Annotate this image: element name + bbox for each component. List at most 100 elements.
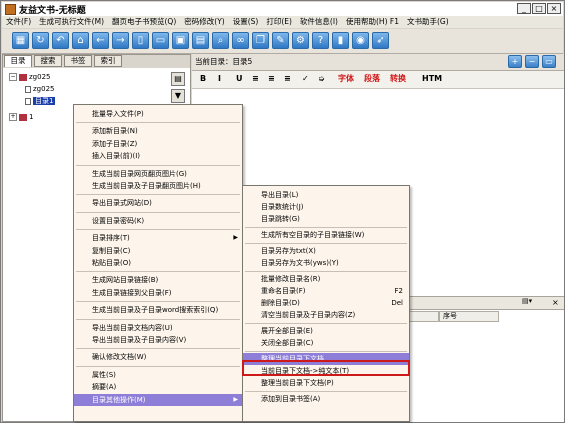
- zoom-out-icon[interactable]: −: [525, 55, 539, 68]
- link-icon[interactable]: ∞: [232, 32, 249, 49]
- edit-icon[interactable]: ✎: [272, 32, 289, 49]
- italic-button[interactable]: I: [218, 74, 221, 84]
- menu-item[interactable]: 生成当前目录网页翻页图片(G): [74, 168, 242, 180]
- menu-item-label: 添加到目录书签(A): [261, 395, 321, 403]
- tree-label: 1: [29, 113, 34, 121]
- forward-icon[interactable]: →: [112, 32, 129, 49]
- pointer-icon[interactable]: ➶: [372, 32, 389, 49]
- menu-item-label: 添加新目录(N): [92, 127, 138, 136]
- close-button[interactable]: ×: [547, 3, 561, 14]
- print-icon[interactable]: ▤: [192, 32, 209, 49]
- menu-item[interactable]: 导出目录式网站(D): [74, 197, 242, 209]
- tree-item-collapsed[interactable]: +1: [9, 113, 33, 122]
- align-center-button[interactable]: ≡: [268, 74, 275, 84]
- menu-item[interactable]: 生成网站目录链接(B): [74, 274, 242, 286]
- home-icon[interactable]: ⌂: [72, 32, 89, 49]
- menu-item[interactable]: 确认修改文档(W): [74, 351, 242, 363]
- align-right-button[interactable]: ≡: [284, 74, 291, 84]
- globe-icon[interactable]: ◉: [352, 32, 369, 49]
- paragraph-button[interactable]: 段落: [364, 74, 380, 84]
- minimize-button[interactable]: _: [517, 3, 531, 14]
- menu-item[interactable]: 文书助手(G): [403, 16, 453, 28]
- tab-2[interactable]: 书签: [64, 55, 92, 67]
- menu-item[interactable]: 翻页电子书预览(Q): [108, 16, 180, 28]
- settings-icon[interactable]: ⚙: [292, 32, 309, 49]
- menu-item[interactable]: 批量修改目录名(R): [243, 273, 409, 285]
- grid-icon[interactable]: ▦: [12, 32, 29, 49]
- convert-button[interactable]: 转换: [390, 74, 406, 84]
- menu-item[interactable]: 粘贴目录(O): [74, 257, 242, 269]
- menu-item[interactable]: 插入目录(前)(I): [74, 150, 242, 162]
- book-icon[interactable]: ▮: [332, 32, 349, 49]
- menu-item[interactable]: 文件(F): [2, 16, 35, 28]
- tree-item-child[interactable]: zg025: [23, 85, 54, 94]
- menu-item[interactable]: 批量导入文件(P): [74, 108, 242, 120]
- menu-item[interactable]: 目录排序(T) ▶: [74, 232, 242, 244]
- fullscreen-icon[interactable]: ▭: [542, 55, 556, 68]
- tree-item-selected[interactable]: 目录1: [23, 97, 56, 106]
- tree-label: zg025: [33, 85, 55, 93]
- bookmark-icon[interactable]: ▼: [171, 89, 185, 103]
- tab-0[interactable]: 目录: [4, 55, 32, 67]
- open-folder-icon[interactable]: ▭: [152, 32, 169, 49]
- tree-toggle[interactable]: +: [9, 113, 17, 121]
- maximize-button[interactable]: □: [532, 3, 546, 14]
- menu-item[interactable]: 软件信息(I): [296, 16, 342, 28]
- menu-item[interactable]: 设置目录密码(K): [74, 215, 242, 227]
- help-icon[interactable]: ?: [312, 32, 329, 49]
- font-button[interactable]: 字体: [338, 74, 354, 84]
- tab-1[interactable]: 搜索: [34, 55, 62, 67]
- menu-item[interactable]: 目录另存为文书(yws)(Y): [243, 257, 409, 269]
- menu-item[interactable]: 重命名目录(F) F2: [243, 285, 409, 297]
- new-doc-icon[interactable]: ▯: [132, 32, 149, 49]
- menu-item[interactable]: 展开全部目录(E): [243, 325, 409, 337]
- menu-item[interactable]: 复制目录(C): [74, 245, 242, 257]
- tab-3[interactable]: 索引: [94, 55, 122, 67]
- menu-item[interactable]: 密码修改(Y): [180, 16, 228, 28]
- align-left-button[interactable]: ≡: [252, 74, 259, 84]
- menu-item[interactable]: 关闭全部目录(C): [243, 337, 409, 349]
- undo-icon[interactable]: ↶: [52, 32, 69, 49]
- menu-item[interactable]: 设置(S): [229, 16, 263, 28]
- link-arrow-icon[interactable]: ➭: [318, 74, 325, 84]
- underline-button[interactable]: U: [236, 74, 243, 84]
- menu-item[interactable]: 添加到目录书签(A): [243, 393, 409, 405]
- menu-item[interactable]: 生成目录链接到父目录(F): [74, 287, 242, 299]
- search-icon[interactable]: ⌕: [212, 32, 229, 49]
- zoom-in-icon[interactable]: +: [508, 55, 522, 68]
- menu-item[interactable]: 使用帮助(H) F1: [342, 16, 403, 28]
- menu-item[interactable]: 目录数统计(J): [243, 201, 409, 213]
- save-icon[interactable]: ▣: [172, 32, 189, 49]
- menu-item[interactable]: 整理当前目录下文档(P): [243, 377, 409, 389]
- menu-item[interactable]: 生成所有空目录的子目录链接(W): [243, 229, 409, 241]
- menu-item[interactable]: 生成当前目录及子目录word搜索索引(Q): [74, 304, 242, 316]
- menu-item[interactable]: 导出当前目录及子目录内容(V): [74, 334, 242, 346]
- html-button[interactable]: HTM: [422, 74, 442, 84]
- menu-item[interactable]: 删除目录(D) Del: [243, 297, 409, 309]
- back-icon[interactable]: ←: [92, 32, 109, 49]
- menu-item[interactable]: 清空当前目录及子目录内容(Z): [243, 309, 409, 321]
- menu-item[interactable]: 生成当前目录及子目录翻页图片(H): [74, 180, 242, 192]
- menu-item-label: 导出目录(L): [261, 191, 299, 199]
- menu-item[interactable]: 添加新目录(N): [74, 125, 242, 137]
- folder-add-icon[interactable]: ▤: [171, 72, 185, 86]
- dropdown-icon[interactable]: ▤▾: [522, 297, 532, 305]
- check-icon[interactable]: ✓: [302, 74, 309, 84]
- menu-item[interactable]: 目录跳转(G): [243, 213, 409, 225]
- copy-icon[interactable]: ❐: [252, 32, 269, 49]
- menu-item[interactable]: 添加子目录(Z): [74, 138, 242, 150]
- menu-item[interactable]: 摘要(A): [74, 381, 242, 393]
- tree-item-root[interactable]: − zg025: [9, 73, 50, 82]
- menu-item[interactable]: 打印(E): [262, 16, 296, 28]
- lower-close-button[interactable]: ×: [552, 297, 559, 308]
- refresh-icon[interactable]: ↻: [32, 32, 49, 49]
- menu-item[interactable]: 导出当前目录文档内容(U): [74, 322, 242, 334]
- bold-button[interactable]: B: [200, 74, 206, 84]
- menu-item[interactable]: 导出目录(L): [243, 189, 409, 201]
- menu-item[interactable]: 生成可执行文件(M): [35, 16, 108, 28]
- menu-item-label: 关闭全部目录(C): [261, 339, 314, 347]
- tree-toggle[interactable]: −: [9, 73, 17, 81]
- menu-item[interactable]: 目录其他操作(M) ▶: [74, 393, 242, 406]
- menu-item[interactable]: 属性(S): [74, 369, 242, 381]
- menu-item[interactable]: 目录另存为txt(X): [243, 245, 409, 257]
